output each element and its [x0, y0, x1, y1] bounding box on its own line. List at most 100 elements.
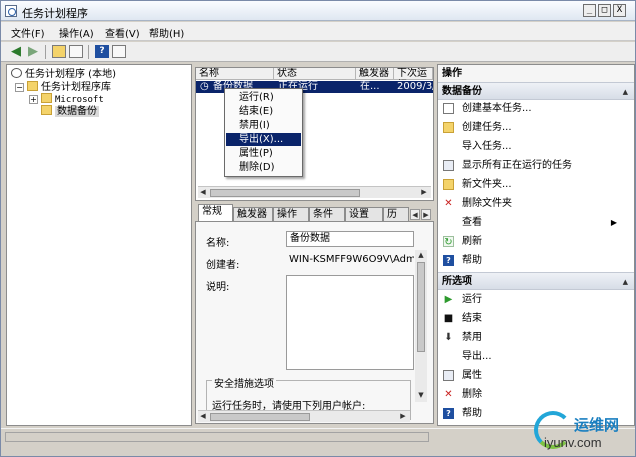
name-label: 名称: — [206, 238, 230, 249]
show-hide-action-pane-icon[interactable] — [112, 45, 126, 58]
run-icon: ▶ — [444, 294, 453, 305]
disable-icon: ⬇ — [444, 332, 453, 343]
close-button[interactable]: X — [613, 4, 626, 17]
tree-node-microsoft[interactable]: + Microsoft — [29, 93, 104, 105]
toolbar-separator — [45, 45, 46, 59]
context-disable[interactable]: 禁用(I) — [226, 119, 301, 132]
stop-icon: ■ — [443, 313, 454, 324]
context-menu: 运行(R) 结束(E) 禁用(I) 导出(X)... 属性(P) 删除(D) — [224, 88, 303, 177]
tree-node-data-backup[interactable]: 数据备份 — [41, 105, 99, 117]
toolbar-separator — [88, 45, 89, 59]
new-folder-icon — [443, 179, 454, 190]
tab-triggers[interactable]: 触发器 — [233, 207, 273, 222]
up-folder-icon[interactable] — [52, 45, 66, 58]
tab-actions[interactable]: 操作 — [273, 207, 309, 222]
action-end[interactable]: ■ 结束 — [438, 310, 634, 327]
tab-history[interactable]: 历 — [383, 207, 409, 222]
context-end[interactable]: 结束(E) — [226, 105, 301, 118]
context-run[interactable]: 运行(R) — [226, 91, 301, 104]
scroll-right-icon[interactable]: ▶ — [419, 187, 429, 198]
menu-view[interactable]: 查看(V) — [105, 25, 140, 40]
folder-icon — [41, 105, 52, 115]
tab-general[interactable]: 常规 — [198, 204, 233, 222]
action-label: 禁用 — [462, 332, 482, 343]
column-header-status[interactable]: 状态 — [274, 68, 356, 80]
forward-arrow-icon[interactable]: ▶ — [26, 45, 40, 58]
tab-conditions[interactable]: 条件 — [309, 207, 345, 222]
refresh-icon: ↻ — [443, 236, 454, 248]
menu-bar: 文件(F) 操作(A) 查看(V) 帮助(H) — [1, 22, 635, 41]
watermark-brand: 运维网 — [574, 416, 620, 434]
expand-icon[interactable]: + — [29, 95, 38, 104]
scroll-left-icon[interactable]: ◀ — [198, 411, 208, 422]
column-header-next-run[interactable]: 下次运行 — [394, 68, 433, 80]
menu-action[interactable]: 操作(A) — [59, 25, 94, 40]
context-properties[interactable]: 属性(P) — [226, 147, 301, 160]
action-delete[interactable]: ✕ 删除 — [438, 386, 634, 403]
scroll-thumb[interactable] — [210, 189, 360, 197]
action-import-task[interactable]: 导入任务... — [438, 138, 634, 155]
menu-help[interactable]: 帮助(H) — [149, 25, 184, 40]
action-label: 查看 — [462, 217, 482, 228]
action-label: 刷新 — [462, 236, 482, 247]
section-data-backup[interactable]: 数据备份 — [438, 82, 634, 101]
menu-file[interactable]: 文件(F) — [11, 25, 45, 40]
action-delete-folder[interactable]: ✕ 删除文件夹 — [438, 195, 634, 212]
submenu-arrow-icon: ▶ — [610, 218, 617, 227]
action-label: 帮助 — [462, 255, 482, 266]
scroll-up-icon[interactable]: ▲ — [416, 250, 426, 261]
context-export[interactable]: 导出(X)... — [226, 133, 301, 146]
task-list-horizontal-scrollbar[interactable]: ◀ ▶ — [198, 186, 431, 198]
create-basic-task-icon — [443, 103, 454, 114]
clock-icon — [11, 68, 22, 78]
action-create-basic-task[interactable]: 创建基本任务... — [438, 100, 634, 117]
column-header-trigger[interactable]: 触发器 — [356, 68, 394, 80]
back-arrow-icon[interactable]: ◀ — [9, 45, 23, 58]
collapse-icon[interactable]: − — [15, 83, 24, 92]
running-tasks-icon — [443, 160, 454, 171]
action-new-folder[interactable]: 新文件夹... — [438, 176, 634, 193]
description-field[interactable] — [286, 275, 414, 370]
task-trigger-cell: 在... — [360, 81, 380, 92]
action-properties[interactable]: 属性 — [438, 367, 634, 384]
section-selected-item[interactable]: 所选项 — [438, 272, 634, 291]
navigation-tree: 任务计划程序 (本地) − 任务计划程序库 + Microsoft 数据备份 — [6, 64, 192, 426]
action-disable[interactable]: ⬇ 禁用 — [438, 329, 634, 346]
tab-scroll-left-icon[interactable]: ◀ — [410, 209, 420, 220]
tree-node-library[interactable]: − 任务计划程序库 — [15, 81, 111, 93]
action-create-task[interactable]: 创建任务... — [438, 119, 634, 136]
properties-scroll-thumb[interactable] — [417, 262, 425, 352]
action-help[interactable]: ? 帮助 — [438, 252, 634, 269]
title-bar: 任务计划程序 _ □ X — [1, 1, 635, 21]
properties-horizontal-scrollbar[interactable]: ◀ ▶ — [198, 410, 410, 422]
action-label: 创建基本任务... — [462, 103, 532, 114]
author-value: WIN-KSMFF9W6O9V\Administrator — [289, 254, 414, 265]
properties-vertical-scrollbar[interactable]: ▲ ▼ — [415, 250, 427, 402]
column-header-name[interactable]: 名称 — [196, 68, 274, 80]
watermark-logo: 运维网 iyunv.com — [534, 411, 634, 453]
action-run[interactable]: ▶ 运行 — [438, 291, 634, 308]
action-export[interactable]: 导出... — [438, 348, 634, 365]
description-label: 说明: — [206, 282, 230, 293]
name-field[interactable]: 备份数据 — [286, 231, 414, 247]
action-label: 结束 — [462, 313, 482, 324]
minimize-button[interactable]: _ — [583, 4, 596, 17]
status-segment — [5, 432, 429, 442]
scroll-left-icon[interactable]: ◀ — [198, 187, 208, 198]
tab-scroll-right-icon[interactable]: ▶ — [421, 209, 431, 220]
delete-icon: ✕ — [444, 389, 453, 400]
scroll-right-icon[interactable]: ▶ — [398, 411, 408, 422]
action-show-running-tasks[interactable]: 显示所有正在运行的任务 — [438, 157, 634, 174]
properties-h-thumb[interactable] — [210, 413, 310, 421]
tree-node-root[interactable]: 任务计划程序 (本地) — [11, 68, 116, 80]
action-refresh[interactable]: ↻ 刷新 — [438, 233, 634, 250]
context-delete[interactable]: 删除(D) — [226, 161, 301, 174]
action-view[interactable]: 查看 ▶ — [438, 214, 634, 231]
show-hide-tree-icon[interactable] — [69, 45, 83, 58]
general-properties: 名称: 备份数据 创建者: WIN-KSMFF9W6O9V\Administra… — [195, 221, 434, 424]
folder-icon — [41, 93, 52, 103]
scroll-down-icon[interactable]: ▼ — [416, 390, 426, 401]
maximize-button[interactable]: □ — [598, 4, 611, 17]
tab-settings[interactable]: 设置 — [345, 207, 383, 222]
help-icon[interactable]: ? — [95, 45, 109, 58]
